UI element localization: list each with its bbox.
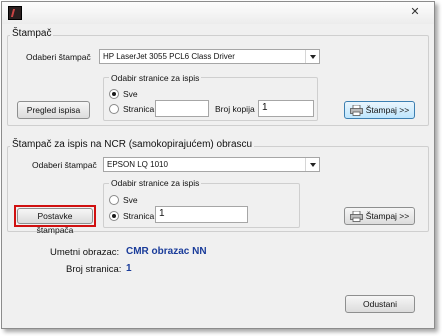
app-icon (8, 6, 22, 20)
preview-button-label: Pregled ispisa (26, 105, 81, 115)
ncr-print-button[interactable]: Štampaj >> (344, 207, 415, 225)
ncr-page-selection-title: Odabir stranice za ispis (109, 178, 202, 188)
printer-icon (349, 210, 363, 222)
cancel-button[interactable]: Odustani (345, 295, 415, 313)
ncr-group-title: Štampač za ispis na NCR (samokopirajućem… (10, 139, 255, 150)
cancel-button-label: Odustani (362, 299, 398, 309)
ncr-radio-all-label: Sve (123, 195, 138, 205)
page-input[interactable] (155, 100, 209, 117)
ncr-radio-page[interactable] (109, 211, 119, 221)
printer-icon (349, 104, 363, 116)
ncr-print-button-label: Štampaj >> (365, 211, 410, 221)
print-button[interactable]: Štampaj >> (344, 101, 415, 119)
ncr-page-input[interactable]: 1 (155, 206, 248, 223)
close-icon[interactable]: ✕ (408, 6, 422, 19)
ncr-printer-select-label: Odaberi štampač (32, 160, 97, 170)
ncr-radio-page-label: Stranica (123, 211, 155, 221)
copies-input[interactable]: 1 (258, 100, 314, 117)
ncr-printer-select-value: EPSON LQ 1010 (107, 160, 168, 169)
form-value: CMR obrazac NN (126, 246, 207, 257)
print-dialog: ✕ Štampač Odaberi štampač HP LaserJet 30… (1, 1, 435, 329)
printer-settings-button-label: Postavke štampača (36, 211, 74, 235)
printer-select-value: HP LaserJet 3055 PCL6 Class Driver (103, 52, 235, 61)
title-bar: ✕ (2, 2, 434, 24)
form-label: Umetni obrazac: (50, 247, 120, 258)
print-button-label: Štampaj >> (365, 105, 410, 115)
printer-select[interactable]: HP LaserJet 3055 PCL6 Class Driver (99, 49, 320, 64)
copies-label: Broj kopija (215, 104, 255, 114)
printer-settings-button[interactable]: Postavke štampača (17, 208, 93, 235)
radio-all[interactable] (109, 89, 119, 99)
pages-value: 1 (126, 263, 132, 274)
printer-group-title: Štampač (10, 28, 54, 39)
radio-page[interactable] (109, 104, 119, 114)
chevron-down-icon (305, 158, 319, 171)
chevron-down-icon (305, 50, 319, 63)
pages-label: Broj stranica: (66, 264, 122, 275)
radio-all-label: Sve (123, 89, 138, 99)
printer-select-label: Odaberi štampač (26, 52, 91, 62)
radio-page-label: Stranica (123, 104, 155, 114)
ncr-printer-select[interactable]: EPSON LQ 1010 (103, 157, 320, 172)
preview-button[interactable]: Pregled ispisa (17, 101, 90, 119)
ncr-radio-all[interactable] (109, 195, 119, 205)
page-selection-title: Odabir stranice za ispis (109, 73, 202, 83)
